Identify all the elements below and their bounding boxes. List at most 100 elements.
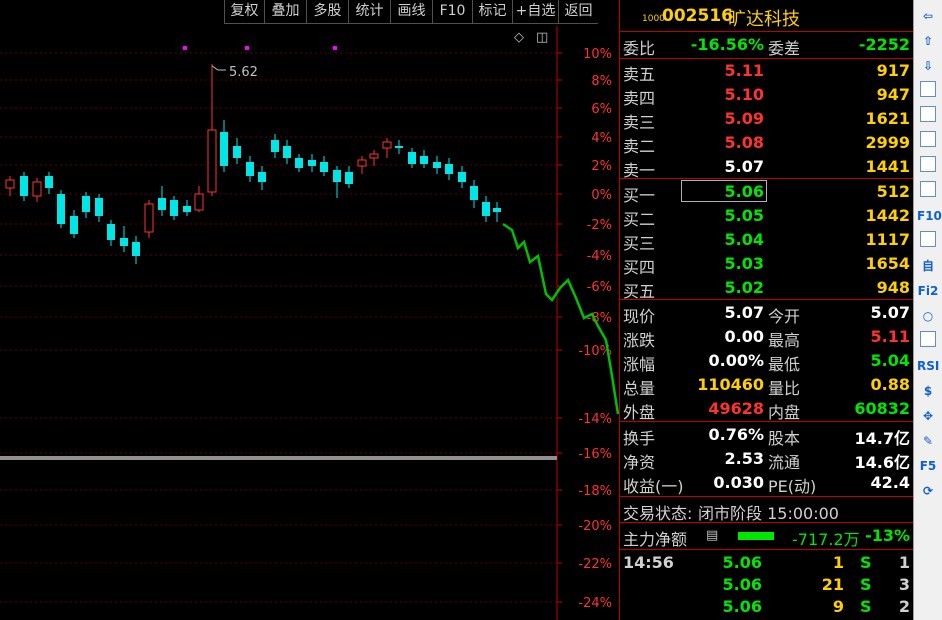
diamond-icon[interactable]: ◇: [514, 30, 524, 45]
fund-label-2: 股本: [768, 429, 801, 448]
trade-status-label: 交易状态:: [623, 504, 693, 523]
arrow-down-icon[interactable]: ⇩: [917, 56, 939, 76]
fund-value: 0.030: [713, 473, 764, 492]
window-icon[interactable]: ◫: [536, 30, 548, 45]
tick-price: 5.06: [722, 575, 762, 594]
buy-label: 买三: [623, 234, 656, 253]
main-flow-row[interactable]: 主力净额 ▤ -717.2万 -13%: [620, 524, 914, 549]
buy-row: 买一 5.06 512: [620, 180, 914, 205]
arrow-up-icon[interactable]: ⇧: [917, 31, 939, 51]
rsi-icon[interactable]: RSI: [917, 356, 939, 376]
sell-price: 5.09: [724, 109, 764, 128]
main-flow-pct: -13%: [865, 526, 910, 545]
fund-value-2: 14.6亿: [854, 453, 910, 472]
sell-label: 卖四: [623, 89, 656, 108]
kline-svg[interactable]: 10%8%6%4%2%0%-2%-4%-6%-8%-10%-14%-16%-18…: [0, 26, 620, 620]
pct-tick-label: 10%: [583, 47, 612, 62]
chart-toolbar: 复权 叠加 多股 统计 画线 F10 标记 +自选 返回: [224, 0, 618, 26]
toolbar-button-3[interactable]: 统计: [348, 0, 390, 24]
candle-body: [445, 164, 453, 174]
stat-value-2: 5.11: [870, 327, 910, 346]
doc-icon[interactable]: ▤: [706, 528, 718, 543]
wave-icon[interactable]: [920, 331, 936, 347]
candle-body: [57, 194, 65, 224]
toolbar-button-2[interactable]: 多股: [306, 0, 348, 24]
f2-icon[interactable]: Fi2: [917, 281, 939, 301]
toolbar-button-7[interactable]: +自选: [512, 0, 558, 24]
sell-row: 卖三 5.09 1621: [620, 107, 914, 132]
weicha-value: -2252: [858, 35, 910, 54]
news-icon[interactable]: [920, 231, 936, 247]
fund-label: 收益(一): [623, 477, 684, 496]
toolbar-button-5[interactable]: F10: [432, 0, 472, 24]
stock-title-bar: 1000 002516 旷达科技: [620, 0, 914, 32]
tick-row: 5.06 21 S 3: [620, 573, 914, 597]
sell-price: 5.07: [724, 157, 764, 176]
f5-icon[interactable]: F5: [917, 456, 939, 476]
stat-label: 涨跌: [623, 331, 656, 350]
buy-volume: 512: [876, 182, 910, 201]
f10-icon[interactable]: F10: [917, 206, 942, 226]
fund-label: 净资: [623, 453, 656, 472]
tick-count: 2: [898, 597, 910, 616]
dollar-icon[interactable]: $: [917, 381, 939, 401]
fund-row: 净资 2.53 流通 14.6亿: [620, 447, 914, 472]
buy-volume: 1117: [865, 230, 910, 249]
stat-row: 涨跌 0.00 最高 5.11: [620, 325, 914, 350]
flow-bar: [738, 532, 774, 540]
chart-line-icon[interactable]: [920, 131, 936, 147]
buy-row: 买四 5.03 1654: [620, 252, 914, 277]
candle-body: [433, 162, 441, 168]
fund-label: 换手: [623, 429, 656, 448]
stat-label: 总量: [623, 379, 656, 398]
candle-body: [194, 193, 204, 211]
stock-name: 旷达科技: [728, 9, 800, 30]
buy-label: 买一: [623, 186, 656, 205]
candle-body: [458, 172, 466, 182]
stat-value: 110460: [697, 375, 764, 394]
stat-row: 现价 5.07 今开 5.07: [620, 301, 914, 326]
tick-count: 1: [898, 553, 910, 572]
divider: [620, 496, 914, 497]
candle-body: [420, 156, 428, 164]
pct-tick-label: -4%: [587, 249, 612, 264]
sell-row: 卖一 5.07 1441: [620, 155, 914, 180]
sell-volume: 917: [876, 61, 910, 80]
stat-value-2: 0.88: [870, 375, 910, 394]
candle-body: [333, 170, 341, 182]
toolbar-button-8[interactable]: 返回: [558, 0, 598, 24]
kline-chart[interactable]: 10% 8% 6% 4% 2% 0% -2% -4% -6% -8% -10% -14% -16% -18…: [0, 26, 620, 620]
tick-volume: 9: [832, 597, 844, 616]
self-icon[interactable]: 自: [917, 256, 939, 276]
candle-body: [183, 206, 191, 212]
fund-label-2: 流通: [768, 453, 801, 472]
move-icon[interactable]: ✥: [917, 406, 939, 426]
arrow-left-icon[interactable]: ⇦: [917, 6, 939, 26]
candle-body: [470, 186, 478, 200]
buy-volume: 948: [876, 278, 910, 297]
event-marker: [183, 46, 187, 50]
pen-icon[interactable]: ✎: [917, 431, 939, 451]
buy-volume: 1442: [865, 206, 910, 225]
stat-value: 5.07: [724, 303, 764, 322]
toolbar-button-1[interactable]: 叠加: [264, 0, 306, 24]
buy-row: 买二 5.05 1442: [620, 204, 914, 229]
buy-row: 买五 5.02 948: [620, 276, 914, 301]
refresh-icon[interactable]: ⟳: [917, 481, 939, 501]
fund-value: 0.76%: [708, 425, 764, 444]
toolbar-button-4[interactable]: 画线: [390, 0, 432, 24]
candle-body: [246, 162, 254, 176]
stat-value-2: 5.04: [870, 351, 910, 370]
candles-icon[interactable]: [920, 156, 936, 172]
sell-volume: 1621: [865, 109, 910, 128]
circle-icon[interactable]: ○: [917, 306, 939, 326]
report-icon[interactable]: [920, 181, 936, 197]
event-marker: [333, 46, 337, 50]
fund-row: 收益(一) 0.030 PE(动) 42.4: [620, 471, 914, 496]
grid-icon[interactable]: [920, 106, 936, 122]
candle-body: [493, 208, 501, 212]
toolbar-button-0[interactable]: 复权: [224, 0, 264, 24]
toolbar-button-6[interactable]: 标记: [472, 0, 512, 24]
list-icon[interactable]: [920, 81, 936, 97]
candle-body: [220, 132, 228, 166]
